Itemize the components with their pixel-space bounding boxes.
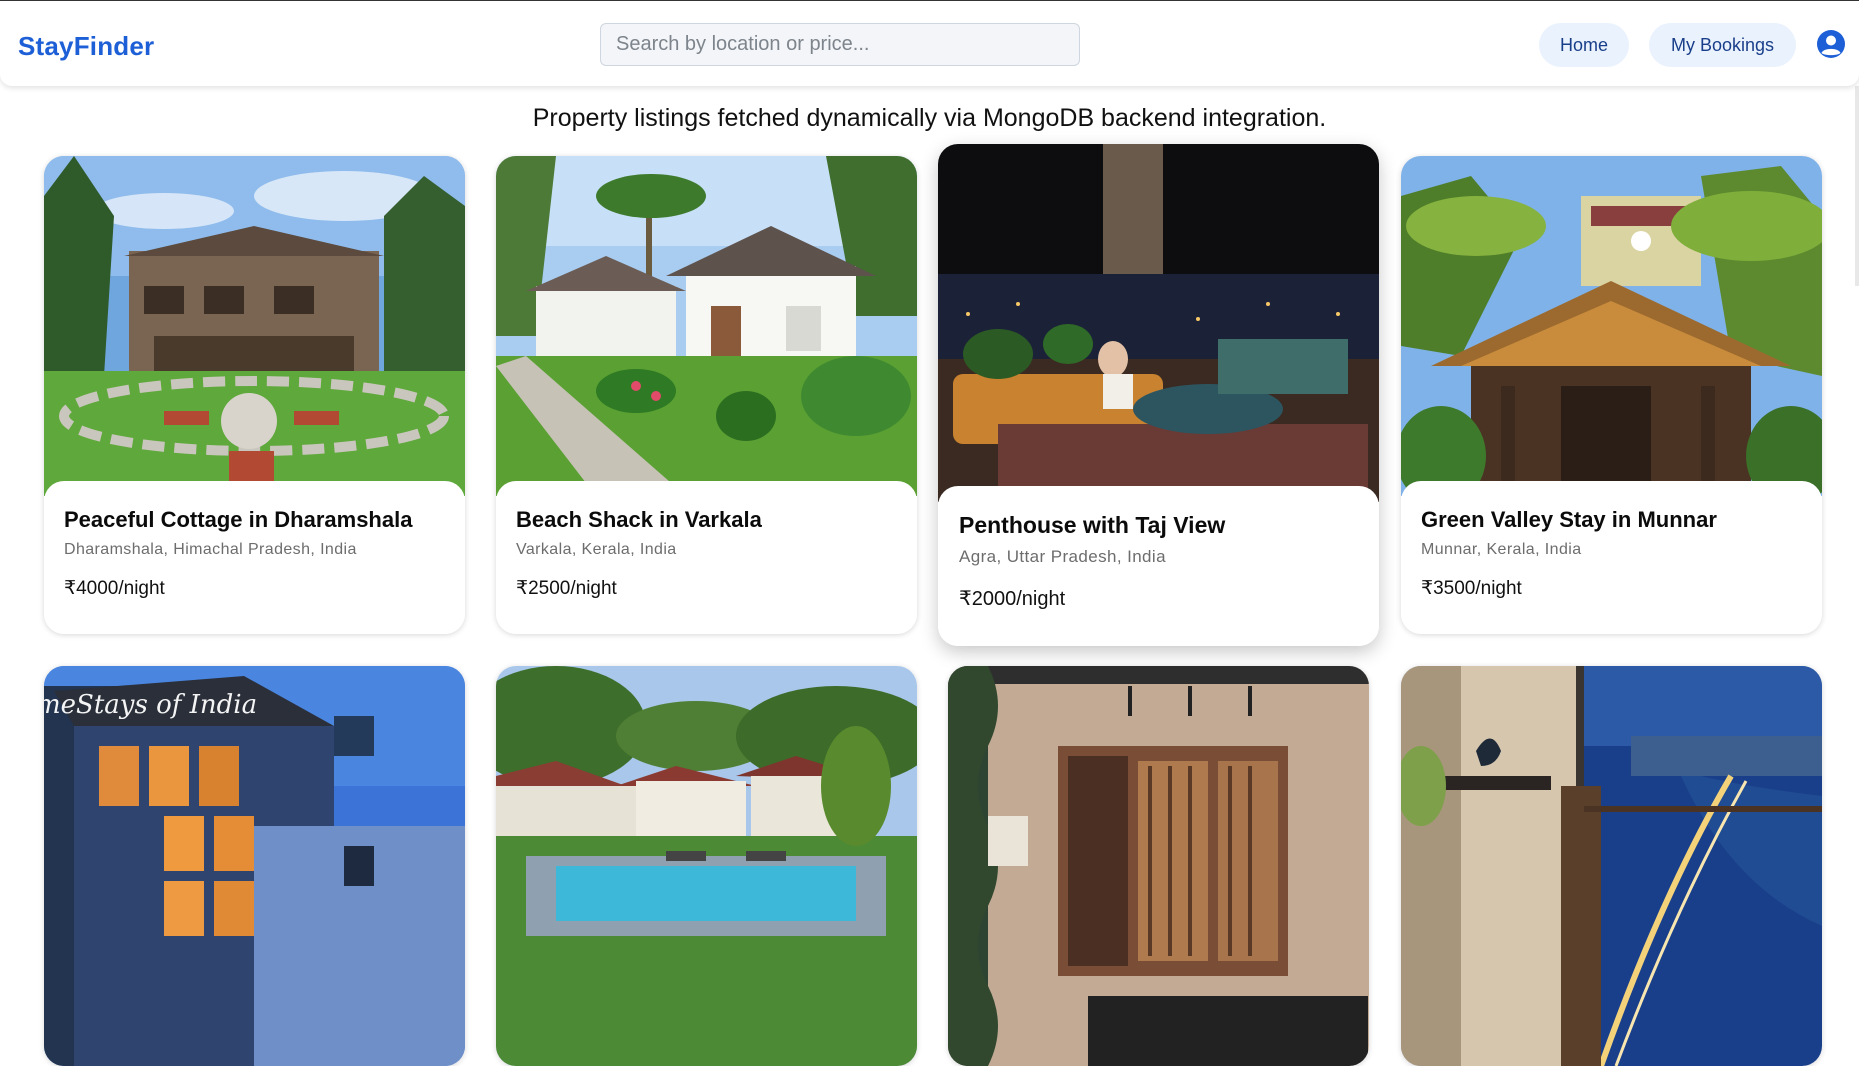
listing-location: Dharamshala, Himachal Pradesh, India: [64, 541, 357, 559]
listing-info: Green Valley Stay in Munnar Munnar, Kera…: [1401, 481, 1822, 634]
listing-photo: [496, 156, 917, 496]
listing-location: Varkala, Kerala, India: [516, 541, 677, 559]
navbar: StayFinder Home My Bookings: [0, 0, 1859, 86]
listing-location: Agra, Uttar Pradesh, India: [959, 547, 1166, 567]
listing-card[interactable]: Green Valley Stay in Munnar Munnar, Kera…: [1401, 156, 1822, 634]
listing-card[interactable]: Beach Shack in Varkala Varkala, Kerala, …: [496, 156, 917, 634]
nav-bookings-button[interactable]: My Bookings: [1649, 23, 1796, 67]
listing-photo: [1401, 156, 1822, 496]
listing-card[interactable]: [496, 666, 917, 1066]
listing-info: Beach Shack in Varkala Varkala, Kerala, …: [496, 481, 917, 634]
search-input[interactable]: [600, 23, 1080, 66]
listing-info: Peaceful Cottage in Dharamshala Dharamsh…: [44, 481, 465, 634]
listing-title: Penthouse with Taj View: [959, 512, 1226, 538]
listing-card[interactable]: Penthouse with Taj View Agra, Uttar Prad…: [938, 144, 1379, 646]
listing-photo: [1401, 666, 1822, 1066]
listing-card[interactable]: Peaceful Cottage in Dharamshala Dharamsh…: [44, 156, 465, 634]
brand-logo[interactable]: StayFinder: [18, 31, 154, 62]
listing-price: ₹2000/night: [959, 588, 1066, 611]
listing-card[interactable]: meStays of India: [44, 666, 465, 1066]
listing-title: Beach Shack in Varkala: [516, 507, 762, 532]
listing-price: ₹2500/night: [516, 578, 617, 600]
watermark: meStays of India: [44, 690, 258, 720]
listing-price: ₹4000/night: [64, 578, 165, 600]
listing-card[interactable]: [948, 666, 1369, 1066]
listing-price: ₹3500/night: [1421, 578, 1522, 600]
page-subtitle: Property listings fetched dynamically vi…: [532, 104, 1327, 132]
listing-info: Penthouse with Taj View Agra, Uttar Prad…: [938, 486, 1379, 646]
listing-photo: [44, 156, 465, 496]
listing-photo: meStays of India: [44, 666, 465, 1066]
listing-card[interactable]: [1401, 666, 1822, 1066]
listing-location: Munnar, Kerala, India: [1421, 541, 1582, 559]
user-circle-icon[interactable]: [1816, 29, 1846, 59]
listing-title: Green Valley Stay in Munnar: [1421, 507, 1717, 532]
listing-photo: [948, 666, 1369, 1066]
nav-home-button[interactable]: Home: [1539, 23, 1629, 67]
listing-title: Peaceful Cottage in Dharamshala: [64, 507, 413, 532]
listing-photo: [938, 144, 1379, 502]
listing-photo: [496, 666, 917, 1066]
